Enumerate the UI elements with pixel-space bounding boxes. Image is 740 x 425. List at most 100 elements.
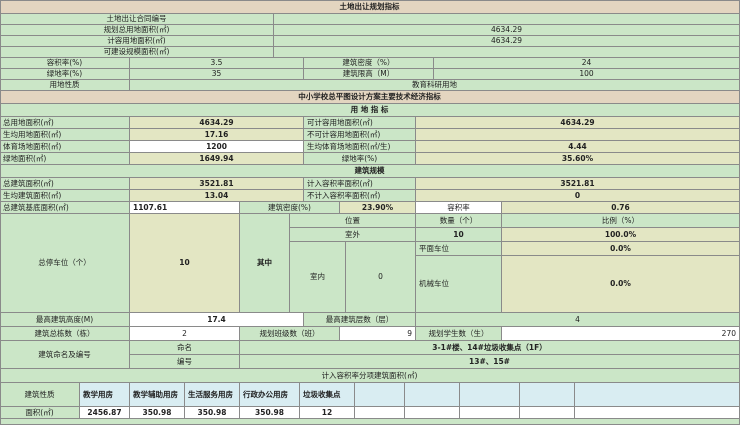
green-area-value[interactable]: 1649.94	[130, 153, 304, 165]
plot-land-value[interactable]: 4634.29	[416, 117, 740, 129]
breakdown-empty-value[interactable]	[355, 407, 405, 419]
bld-density-value[interactable]: 23.90%	[340, 202, 416, 214]
plot-area-label[interactable]: 计容用地面积(㎡)	[0, 36, 274, 47]
contract-value[interactable]	[274, 14, 740, 25]
bld-far-label[interactable]: 容积率	[416, 202, 502, 214]
max-floors-value[interactable]: 4	[416, 313, 740, 327]
breakdown-empty-value[interactable]	[520, 407, 575, 419]
breakdown-value-0[interactable]: 2456.87	[80, 407, 130, 419]
name-label[interactable]: 命名	[130, 341, 240, 355]
per-student-building-label[interactable]: 生均建筑面积(㎡)	[0, 190, 130, 202]
max-height-label[interactable]: 最高建筑高度(M)	[0, 313, 130, 327]
indoor-count[interactable]: 0	[346, 242, 416, 313]
contract-label[interactable]: 土地出让合同编号	[0, 14, 274, 25]
students-label[interactable]: 规划学生数（生）	[416, 327, 502, 341]
base-area-value[interactable]: 1107.61	[130, 202, 240, 214]
total-building-label[interactable]: 总建筑面积(㎡)	[0, 178, 130, 190]
per-student-sports-value[interactable]: 4.44	[416, 141, 740, 153]
green-label[interactable]: 绿地率(%)	[0, 69, 130, 80]
breakdown-col-4[interactable]: 垃圾收集点	[300, 383, 355, 407]
breakdown-value-4[interactable]: 12	[300, 407, 355, 419]
plot-building-label[interactable]: 计入容积率面积(㎡)	[304, 178, 416, 190]
outdoor-count[interactable]: 10	[416, 228, 502, 242]
code-value[interactable]: 13#、15#	[240, 355, 740, 369]
density-label[interactable]: 建筑密度（%）	[304, 58, 434, 69]
mech-ratio[interactable]: 0.0%	[502, 256, 740, 313]
per-student-land-label[interactable]: 生均用地面积(㎡)	[0, 129, 130, 141]
parking-value[interactable]: 10	[130, 214, 240, 313]
total-building-value[interactable]: 3521.81	[130, 178, 304, 190]
breakdown-col-3[interactable]: 行政办公用房	[240, 383, 300, 407]
students-value[interactable]: 270	[502, 327, 740, 341]
nature-label[interactable]: 建筑性质	[0, 383, 80, 407]
building-header[interactable]: 建筑规模	[0, 165, 740, 178]
land-title[interactable]: 土地出让规划指标	[0, 0, 740, 14]
position-label[interactable]: 位置	[290, 214, 416, 228]
height-limit-value[interactable]: 100	[434, 69, 740, 80]
breakdown-empty-value[interactable]	[575, 407, 740, 419]
non-plot-building-label[interactable]: 不计入容积率面积(㎡)	[304, 190, 416, 202]
mech-label[interactable]: 机械车位	[416, 256, 502, 313]
far-value[interactable]: 3.5	[130, 58, 304, 69]
flat-ratio[interactable]: 0.0%	[502, 242, 740, 256]
plot-building-value[interactable]: 3521.81	[416, 178, 740, 190]
non-plot-land-label[interactable]: 不可计容用地面积(㎡)	[304, 129, 416, 141]
indoor-label[interactable]: 室内	[290, 242, 346, 313]
parking-label[interactable]: 总停车位（个）	[0, 214, 130, 313]
breakdown-col-1[interactable]: 教学辅助用房	[130, 383, 185, 407]
econ-title[interactable]: 中小学校总平图设计方案主要技术经济指标	[0, 91, 740, 104]
buildable-value[interactable]	[274, 47, 740, 58]
breakdown-value-2[interactable]: 350.98	[185, 407, 240, 419]
max-floors-label[interactable]: 最高建筑层数（层）	[304, 313, 416, 327]
classes-value[interactable]: 9	[340, 327, 416, 341]
bld-count-label[interactable]: 建筑总栋数（栋）	[0, 327, 130, 341]
naming-label[interactable]: 建筑命名及编号	[0, 341, 130, 369]
name-value[interactable]: 3-1#楼、14#垃圾收集点（1F）	[240, 341, 740, 355]
land-use-label[interactable]: 用地性质	[0, 80, 130, 91]
plot-land-label[interactable]: 可计容用地面积(㎡)	[304, 117, 416, 129]
land-header[interactable]: 用 地 指 标	[0, 104, 740, 117]
far-label[interactable]: 容积率(%)	[0, 58, 130, 69]
breakdown-empty-header[interactable]	[355, 383, 405, 407]
ratio-label[interactable]: 比例（%）	[502, 214, 740, 228]
bld-far-value[interactable]: 0.76	[502, 202, 740, 214]
among-label[interactable]: 其中	[240, 214, 290, 313]
buildable-label[interactable]: 可建设规模面积(㎡)	[0, 47, 274, 58]
sports-value[interactable]: 1200	[130, 141, 304, 153]
outdoor-ratio[interactable]: 100.0%	[502, 228, 740, 242]
breakdown-empty-header[interactable]	[405, 383, 460, 407]
outdoor-label[interactable]: 室外	[290, 228, 416, 242]
breakdown-empty-value[interactable]	[460, 407, 520, 419]
height-limit-label[interactable]: 建筑限高（M）	[304, 69, 434, 80]
breakdown-value-1[interactable]: 350.98	[130, 407, 185, 419]
per-student-sports-label[interactable]: 生均体育场地面积(㎡/生)	[304, 141, 416, 153]
breakdown-empty-value[interactable]	[405, 407, 460, 419]
flat-label[interactable]: 平面车位	[416, 242, 502, 256]
bld-count-value[interactable]: 2	[130, 327, 240, 341]
total-land-value[interactable]: 4634.29	[130, 117, 304, 129]
total-land-label[interactable]: 总用地面积(㎡)	[0, 117, 130, 129]
planned-area-value[interactable]: 4634.29	[274, 25, 740, 36]
count-label[interactable]: 数量（个）	[416, 214, 502, 228]
breakdown-empty-header[interactable]	[520, 383, 575, 407]
green-area-label[interactable]: 绿地面积(㎡)	[0, 153, 130, 165]
density-value[interactable]: 24	[434, 58, 740, 69]
land-use-value[interactable]: 教育科研用地	[130, 80, 740, 91]
next-row-strip[interactable]	[0, 419, 740, 425]
sports-label[interactable]: 体育场地面积(㎡)	[0, 141, 130, 153]
per-student-building-value[interactable]: 13.04	[130, 190, 304, 202]
base-area-label[interactable]: 总建筑基底面积(㎡)	[0, 202, 130, 214]
breakdown-value-3[interactable]: 350.98	[240, 407, 300, 419]
max-height-value[interactable]: 17.4	[130, 313, 304, 327]
per-student-land-value[interactable]: 17.16	[130, 129, 304, 141]
breakdown-empty-header[interactable]	[460, 383, 520, 407]
breakdown-empty-header[interactable]	[575, 383, 740, 407]
breakdown-col-2[interactable]: 生活服务用房	[185, 383, 240, 407]
breakdown-col-0[interactable]: 教学用房	[80, 383, 130, 407]
green-value[interactable]: 35	[130, 69, 304, 80]
plot-area-value[interactable]: 4634.29	[274, 36, 740, 47]
planned-area-label[interactable]: 规划总用地面积(㎡)	[0, 25, 274, 36]
classes-label[interactable]: 规划班级数（班）	[240, 327, 340, 341]
bld-density-label[interactable]: 建筑密度(%)	[240, 202, 340, 214]
green-rate-label[interactable]: 绿地率(%)	[304, 153, 416, 165]
